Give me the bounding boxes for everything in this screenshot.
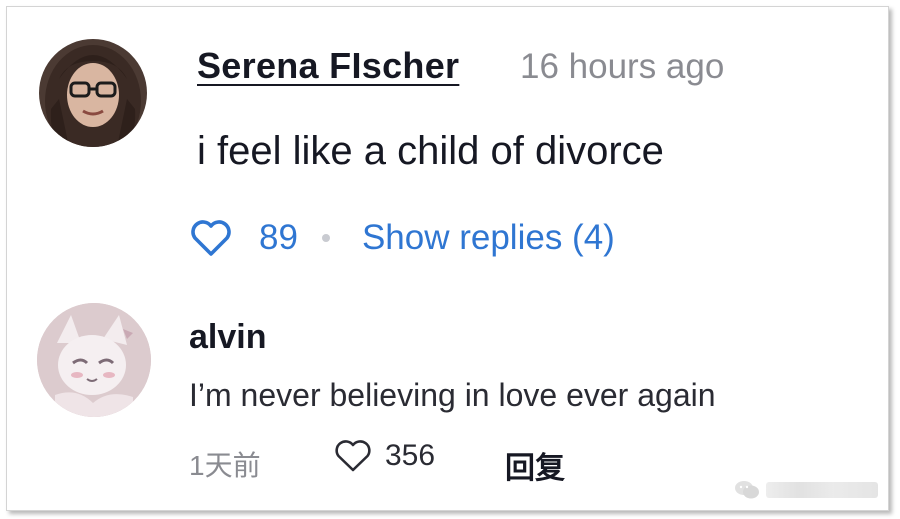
avatar[interactable] xyxy=(39,39,147,147)
like-button[interactable]: 356 xyxy=(333,438,435,474)
comment-timestamp: 16 hours ago xyxy=(520,47,725,86)
show-replies-link[interactable]: Show replies (4) xyxy=(362,218,615,258)
comment-actions: 89 Show replies (4) xyxy=(189,213,615,263)
heart-outline-icon[interactable] xyxy=(189,218,233,258)
comment-text: i feel like a child of divorce xyxy=(197,129,664,173)
comment-thread: Serena FIscher 16 hours ago i feel like … xyxy=(6,6,889,511)
wechat-icon xyxy=(735,481,759,499)
avatar[interactable] xyxy=(37,303,151,417)
separator-dot xyxy=(321,234,330,242)
like-count: 89 xyxy=(259,218,298,257)
comment-username[interactable]: Serena FIscher xyxy=(197,45,459,87)
reply-button[interactable]: 回复 xyxy=(505,443,565,487)
watermark xyxy=(734,480,878,500)
user-avatar-photo xyxy=(39,39,147,147)
comment-username[interactable]: alvin xyxy=(189,318,266,357)
watermark-text-blurred xyxy=(766,482,878,498)
comment-timestamp: 1天前 xyxy=(189,450,261,481)
comment-text: I’m never believing in love ever again xyxy=(189,377,716,413)
like-count: 356 xyxy=(385,439,436,472)
heart-outline-icon[interactable] xyxy=(333,438,373,474)
anime-cat-avatar xyxy=(37,303,151,417)
